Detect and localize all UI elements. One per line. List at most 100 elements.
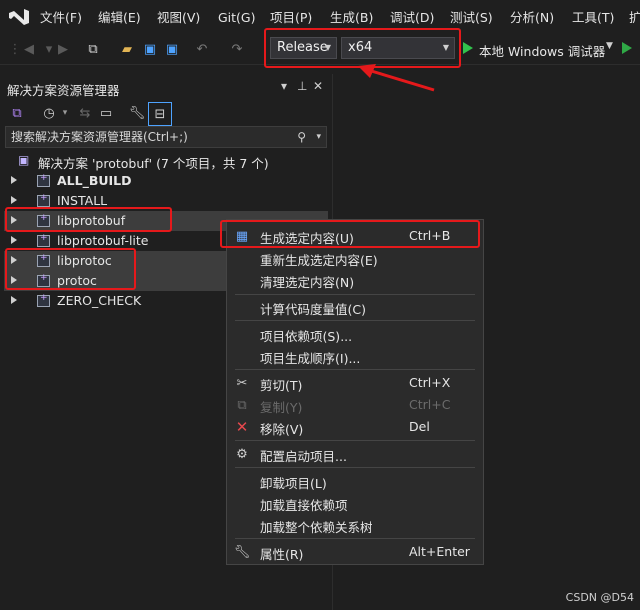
project-icon [37,233,50,247]
project-label: ALL_BUILD [57,173,132,188]
menu-separator [235,467,475,468]
debug-target-label[interactable]: 本地 Windows 调试器 [479,41,605,60]
menu-separator [235,538,475,539]
preview-selected-icon[interactable]: ⊟ [148,102,172,126]
menu-item-set-startup[interactable]: ⚙ 配置启动项目... [227,443,483,465]
menu-item-remove[interactable]: ✕ 移除(V) Del [227,416,483,438]
panel-title: 解决方案资源管理器 [7,83,120,98]
expand-arrow-icon[interactable] [11,296,17,304]
expand-arrow-icon[interactable] [11,176,17,184]
annotation-arrow [358,64,435,92]
visual-studio-logo-icon [9,9,29,25]
project-label: ZERO_CHECK [57,293,142,308]
save-all-icon[interactable]: ▣ [163,40,181,58]
forward-icon[interactable]: ▶ [54,40,72,58]
pin-icon[interactable]: ⊥ [297,79,307,93]
project-node-all-build[interactable]: ALL_BUILD [4,171,328,191]
menu-test[interactable]: 测试(S) [450,9,493,27]
search-placeholder: 搜索解决方案资源管理器(Ctrl+;) [11,130,188,144]
menu-item-load-direct-deps[interactable]: 加载直接依赖项 [227,492,483,514]
build-icon: ▦ [235,228,249,244]
solution-configuration-combo[interactable]: Release ▼ [270,37,337,59]
menu-separator [235,440,475,441]
chevron-down-icon[interactable]: ▾ [56,104,74,122]
solution-node[interactable]: ▣ 解决方案 'protobuf' (7 个项目，共 7 个) [4,151,328,171]
menu-separator [235,320,475,321]
menu-item-code-metrics[interactable]: 计算代码度量值(C) [227,296,483,318]
menu-item-project-dependencies[interactable]: 项目依赖项(S)... [227,323,483,345]
chevron-down-icon: ▼ [442,43,449,52]
play-icon [463,42,473,54]
menu-item-clean-selection[interactable]: 清理选定内容(N) [227,269,483,291]
window-position-icon[interactable]: ▾ [281,79,287,93]
project-label: libprotobuf [57,213,126,228]
menu-separator [235,294,475,295]
chevron-down-icon[interactable]: ▼ [606,41,613,51]
menu-project[interactable]: 项目(P) [270,9,312,27]
menu-debug[interactable]: 调试(D) [390,9,434,27]
toolbar: ⋮ ◀ ▾ ▶ ⧉ ▰ ▣ ▣ ↶ ↷ Release ▼ x64 ▼ 本地 W… [0,34,640,65]
solution-platform-combo[interactable]: x64 ▼ [341,37,455,59]
solution-label: 解决方案 'protobuf' (7 个项目，共 7 个) [38,156,269,171]
copy-icon: ⧉ [237,397,247,413]
gear-icon: ⚙ [236,446,248,462]
expand-arrow-icon[interactable] [11,196,17,204]
menu-item-properties[interactable]: 🔧︎ 属性(R) Alt+Enter [227,541,483,563]
expand-arrow-icon[interactable] [11,216,17,224]
remove-icon: ✕ [235,418,249,436]
search-input[interactable]: 搜索解决方案资源管理器(Ctrl+;) ⚲ ▾ [5,126,327,148]
project-label: libprotoc [57,253,112,268]
project-icon [37,273,50,287]
menu-view[interactable]: 视图(V) [157,9,200,27]
solution-platform-value: x64 [348,40,373,55]
wrench-icon: 🔧︎ [233,544,251,560]
project-icon [37,213,50,227]
redo-icon[interactable]: ↷ [228,40,246,58]
menu-item-copy: ⧉ 复制(Y) Ctrl+C [227,394,483,416]
chevron-down-icon: ▾ [316,132,321,142]
sync-icon[interactable]: ⇆ [76,104,94,122]
menu-extensions[interactable]: 扩 [629,9,640,27]
solution-icon: ▣ [18,153,30,167]
collapse-all-icon[interactable]: ▭ [97,104,115,122]
project-icon [37,293,50,307]
undo-icon[interactable]: ↶ [193,40,211,58]
start-without-debugging-button[interactable] [622,42,632,54]
menu-item-cut[interactable]: ✂ 剪切(T) Ctrl+X [227,372,483,394]
menu-separator [235,369,475,370]
chevron-down-icon: ▼ [324,43,331,52]
project-node-install[interactable]: INSTALL [4,191,328,211]
vs-switch-view-icon[interactable]: ⧉ [8,104,26,122]
menu-file[interactable]: 文件(F) [40,9,82,27]
menu-analyze[interactable]: 分析(N) [510,9,554,27]
menu-item-load-dep-tree[interactable]: 加载整个依赖关系树 [227,514,483,536]
menu-edit[interactable]: 编辑(E) [98,9,141,27]
play-outline-icon [622,42,632,54]
back-icon[interactable]: ◀ [20,40,38,58]
project-icon [37,193,50,207]
menu-item-unload-project[interactable]: 卸载项目(L) [227,470,483,492]
menu-bar: 文件(F) 编辑(E) 视图(V) Git(G) 项目(P) 生成(B) 调试(… [0,0,640,34]
project-label: libprotobuf-lite [57,233,149,248]
save-icon[interactable]: ▣ [141,40,159,58]
menu-build[interactable]: 生成(B) [330,9,373,27]
menu-tools[interactable]: 工具(T) [572,9,614,27]
menu-item-build-selection[interactable]: ▦ 生成选定内容(U) Ctrl+B [227,225,483,247]
project-label: INSTALL [57,193,108,208]
close-icon[interactable]: ✕ [313,79,323,93]
properties-wrench-icon[interactable]: 🔧︎ [128,104,146,122]
expand-arrow-icon[interactable] [11,236,17,244]
new-project-icon[interactable]: ⧉ [84,40,102,58]
menu-git[interactable]: Git(G) [218,9,256,27]
solution-configuration-value: Release [277,40,328,55]
menu-item-rebuild-selection[interactable]: 重新生成选定内容(E) [227,247,483,269]
project-icon [37,253,50,267]
project-icon [37,173,50,187]
menu-item-build-order[interactable]: 项目生成顺序(I)... [227,345,483,367]
expand-arrow-icon[interactable] [11,256,17,264]
scissors-icon: ✂ [236,375,248,391]
start-debugging-button[interactable] [463,42,473,54]
context-menu: ▦ 生成选定内容(U) Ctrl+B 重新生成选定内容(E) 清理选定内容(N)… [226,219,484,565]
expand-arrow-icon[interactable] [11,276,17,284]
open-folder-icon[interactable]: ▰ [118,40,136,58]
